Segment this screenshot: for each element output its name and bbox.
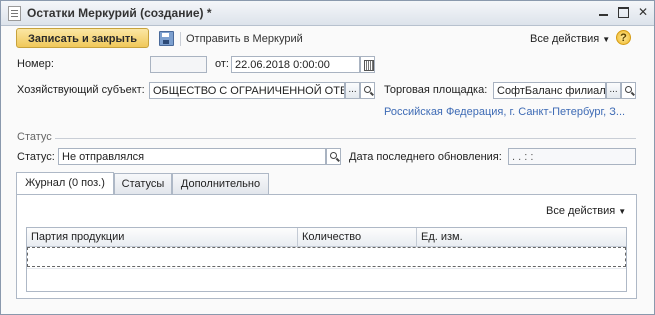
toolbar-separator	[180, 32, 181, 46]
products-table[interactable]: Партия продукции Количество Ед. изм.	[26, 227, 627, 292]
entity-search-icon[interactable]	[360, 82, 375, 99]
table-row[interactable]	[27, 247, 626, 267]
status-label: Статус:	[17, 151, 55, 163]
send-to-mercury-button[interactable]: Отправить в Меркурий	[186, 33, 303, 45]
column-header-unit[interactable]: Ед. изм.	[417, 228, 626, 246]
platform-label: Торговая площадка:	[384, 84, 488, 96]
panel-all-actions-menu[interactable]: Все действия ▼	[546, 205, 626, 217]
updated-field: . . : :	[508, 148, 636, 165]
status-section-title: Статус	[17, 131, 52, 143]
minimize-icon[interactable]	[595, 5, 611, 20]
tab-additional[interactable]: Дополнительно	[172, 173, 269, 194]
help-icon[interactable]: ?	[616, 30, 631, 45]
calendar-icon[interactable]	[360, 56, 375, 73]
document-icon	[8, 6, 21, 21]
address-link[interactable]: Российская Федерация, г. Санкт-Петербург…	[384, 106, 625, 118]
number-field[interactable]	[150, 56, 207, 73]
status-field[interactable]: Не отправлялся	[58, 148, 326, 165]
entity-select-button[interactable]: ...	[345, 82, 360, 99]
tab-journal[interactable]: Журнал (0 поз.)	[16, 172, 114, 195]
platform-select-button[interactable]: ...	[606, 82, 621, 99]
updated-label: Дата последнего обновления:	[349, 151, 502, 163]
date-field[interactable]: 22.06.2018 0:00:00	[231, 56, 360, 73]
chevron-down-icon: ▼	[618, 207, 627, 216]
column-header-batch[interactable]: Партия продукции	[27, 228, 298, 246]
platform-field[interactable]: СофтБаланс филиал	[493, 82, 606, 99]
column-header-quantity[interactable]: Количество	[298, 228, 417, 246]
save-icon[interactable]	[159, 31, 174, 46]
section-divider	[55, 138, 636, 139]
number-label: Номер:	[17, 58, 54, 70]
panel-all-actions-label: Все действия	[546, 205, 616, 217]
save-and-close-button[interactable]: Записать и закрыть	[16, 28, 149, 48]
tab-statuses[interactable]: Статусы	[114, 173, 172, 194]
table-header: Партия продукции Количество Ед. изм.	[27, 228, 626, 247]
platform-search-icon[interactable]	[621, 82, 636, 99]
form-window: Остатки Меркурий (создание) * ✕ Записать…	[0, 0, 655, 315]
from-label: от:	[215, 58, 229, 70]
all-actions-menu[interactable]: Все действия ▼	[530, 33, 610, 45]
chevron-down-icon: ▼	[602, 35, 611, 44]
title-bar: Остатки Меркурий (создание) * ✕	[1, 1, 654, 26]
maximize-icon[interactable]	[615, 5, 631, 20]
row-divider	[27, 268, 626, 269]
entity-field[interactable]: ОБЩЕСТВО С ОГРАНИЧЕННОЙ ОТВ	[149, 82, 345, 99]
all-actions-label: Все действия	[530, 33, 600, 45]
status-search-icon[interactable]	[326, 148, 341, 165]
close-icon[interactable]: ✕	[635, 5, 651, 20]
window-title: Остатки Меркурий (создание) *	[27, 6, 212, 20]
entity-label: Хозяйствующий субъект:	[17, 84, 145, 96]
